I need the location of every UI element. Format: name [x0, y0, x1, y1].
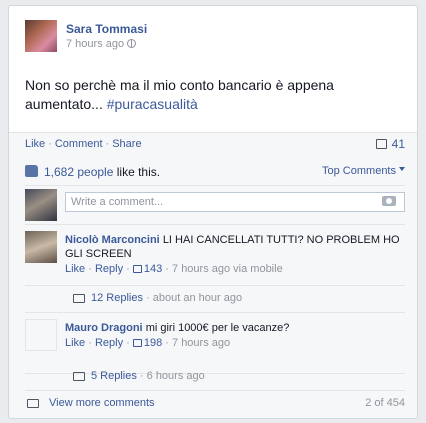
- post-text: Non so perchè ma il mio conto bancario è…: [25, 76, 395, 114]
- comment-likes-count: 143: [143, 263, 163, 275]
- view-more-row: View more comments 2 of 454: [25, 391, 405, 417]
- comment-reply-link[interactable]: Reply: [95, 337, 123, 349]
- comment-bubble-icon: [27, 399, 39, 408]
- comment-meta: Like · Reply · 143 · 7 hours ago via mob…: [65, 263, 283, 275]
- comment-item: Nicolò Marconcini LI HAI CANCELLATI TUTT…: [25, 225, 405, 286]
- likes-suffix: like this.: [113, 165, 161, 179]
- thumbs-up-icon: [25, 165, 38, 177]
- comments-section: 1,682 people like this. Top Comments Wri…: [9, 157, 417, 418]
- replies-summary: 5 Replies · 6 hours ago: [91, 370, 205, 382]
- post-card: Sara Tommasi 7 hours ago Non so perchè m…: [8, 5, 418, 419]
- share-link[interactable]: Share: [112, 138, 141, 150]
- top-comments-label: Top Comments: [322, 165, 396, 177]
- comment-bubble-icon: [375, 139, 387, 149]
- author-name[interactable]: Sara Tommasi: [66, 22, 147, 36]
- likers-link[interactable]: 1,682 people: [44, 165, 113, 179]
- comment-like-link[interactable]: Like: [65, 263, 85, 275]
- comment-input[interactable]: Write a comment...: [65, 192, 405, 212]
- chevron-down-icon: [399, 167, 405, 174]
- comment-reply-link[interactable]: Reply: [95, 263, 123, 275]
- separator: ·: [105, 138, 110, 150]
- replies-row[interactable]: 5 Replies · 6 hours ago: [25, 364, 405, 391]
- replies-link[interactable]: 12 Replies: [91, 292, 143, 304]
- separator: ·: [48, 138, 52, 150]
- like-link[interactable]: Like: [25, 138, 45, 150]
- comment-time: 7 hours ago: [172, 337, 231, 349]
- view-more-comments-link[interactable]: View more comments: [49, 397, 155, 409]
- replies-time: 6 hours ago: [146, 370, 205, 382]
- viewer-avatar: [25, 189, 57, 221]
- comment-time: 7 hours ago via mobile: [172, 263, 283, 275]
- comments-count: 41: [391, 137, 405, 151]
- hashtag-link[interactable]: #puracasualità: [107, 96, 198, 112]
- post-meta: 7 hours ago: [66, 38, 137, 50]
- likes-row: 1,682 people like this. Top Comments: [25, 157, 405, 186]
- commenter-name[interactable]: Nicolò Marconcini: [65, 234, 160, 246]
- post-timestamp[interactable]: 7 hours ago: [66, 38, 124, 50]
- comment-meta: Like · Reply · 198 · 7 hours ago: [65, 337, 231, 349]
- reply-bubble-icon: [73, 294, 85, 303]
- actions-bar: Like · Comment · Share 41: [9, 132, 417, 157]
- replies-link[interactable]: 5 Replies: [91, 370, 137, 382]
- commenter-name[interactable]: Mauro Dragoni: [65, 322, 143, 334]
- comment-link[interactable]: Comment: [55, 138, 103, 150]
- replies-row[interactable]: 12 Replies · about an hour ago: [25, 286, 405, 313]
- replies-time: about an hour ago: [152, 292, 243, 304]
- commenter-avatar[interactable]: [25, 231, 57, 263]
- comment-body: Mauro Dragoni mi giri 1000€ per le vacan…: [65, 321, 405, 350]
- reply-bubble-icon: [73, 372, 85, 381]
- commenter-avatar[interactable]: [25, 319, 57, 351]
- replies-summary: 12 Replies · about an hour ago: [91, 292, 243, 304]
- comment-composer: Write a comment...: [25, 186, 405, 225]
- comment-likes-link[interactable]: 143: [132, 263, 163, 275]
- likes-summary: 1,682 people like this.: [44, 165, 160, 179]
- comments-pager: 2 of 454: [365, 397, 405, 409]
- thumbs-up-icon: [132, 265, 142, 273]
- comments-count-link[interactable]: 41: [375, 137, 405, 151]
- author-avatar[interactable]: [25, 20, 57, 52]
- comment-like-link[interactable]: Like: [65, 337, 85, 349]
- comment-body: Nicolò Marconcini LI HAI CANCELLATI TUTT…: [65, 233, 405, 276]
- camera-icon[interactable]: [382, 196, 396, 206]
- thumbs-up-icon: [132, 339, 142, 347]
- comment-likes-count: 198: [143, 337, 163, 349]
- post-actions: Like · Comment · Share: [25, 138, 142, 150]
- comment-text: mi giri 1000€ per le vacanze?: [145, 322, 290, 334]
- globe-icon: [127, 39, 137, 48]
- comment-likes-link[interactable]: 198: [132, 337, 163, 349]
- post-header: Sara Tommasi 7 hours ago: [25, 20, 407, 60]
- top-comments-dropdown[interactable]: Top Comments: [322, 165, 405, 177]
